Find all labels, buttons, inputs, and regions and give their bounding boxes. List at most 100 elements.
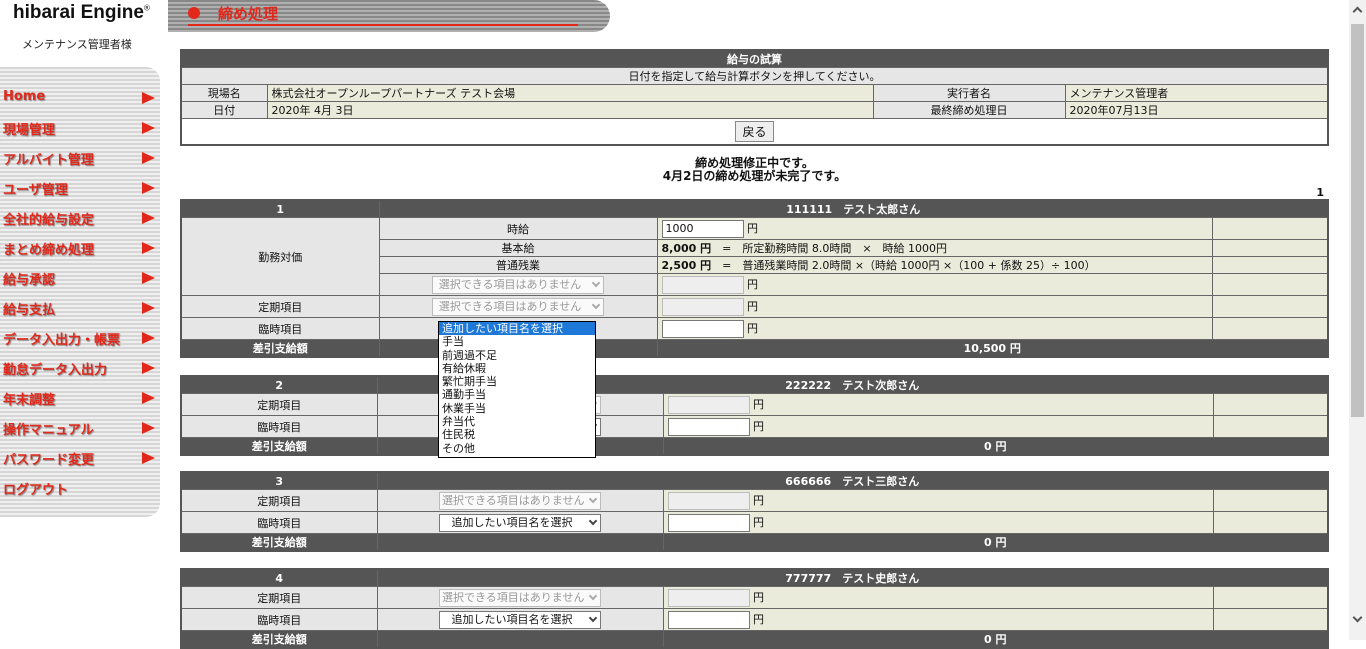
employee-no: 4 — [180, 568, 378, 587]
back-button[interactable]: 戻る — [735, 120, 774, 142]
net-pay-value: 10,500 円 — [656, 339, 1329, 358]
chevron-down-icon — [588, 591, 598, 600]
temp-item-amount-input[interactable] — [667, 417, 750, 436]
menu-item-parttimer-management[interactable]: アルバイト管理 — [0, 146, 160, 168]
overtime-label: 普通残業 — [378, 256, 658, 274]
fixed-item-amount-input[interactable] — [661, 297, 744, 316]
employee-header: 777777 テスト史郎さん — [376, 568, 1329, 587]
main-menu: Home 現場管理 アルバイト管理 ユーザ管理 全社的給与設定 まとめ締め処理 … — [0, 67, 160, 517]
base-pay-formula: = 所定勤務時間 8.0時間 × 時給 1000円 — [722, 242, 948, 255]
menu-item-manual[interactable]: 操作マニュアル — [0, 416, 160, 438]
fixed-item-select[interactable]: 選択できる項目はありません — [432, 297, 604, 316]
dropdown-option[interactable]: その他 — [439, 442, 595, 455]
menu-item-attendance-data-io[interactable]: 勤怠データ入出力 — [0, 356, 160, 378]
arrow-right-icon — [142, 422, 155, 434]
scroll-down-icon[interactable] — [1352, 612, 1363, 623]
temp-item-label: 臨時項目 — [180, 415, 378, 438]
fixed-item-label: 定期項目 — [180, 393, 378, 416]
title-underline — [188, 24, 578, 26]
fixed-item-label: 定期項目 — [180, 295, 380, 318]
page-title-bar: 締め処理 — [168, 0, 610, 32]
dropdown-option[interactable]: 手当 — [439, 335, 595, 348]
base-pay-amount: 8,000 円 — [661, 242, 712, 255]
last-close-label: 最終締め処理日 — [872, 101, 1066, 119]
menu-item-company-salary-settings[interactable]: 全社的給与設定 — [0, 206, 160, 228]
overtime-formula: = 普通残業時間 2.0時間 ×（時給 1000円 ×（100 + 係数 25）… — [722, 259, 1096, 272]
arrow-right-icon — [142, 302, 155, 314]
arrow-right-icon — [142, 452, 155, 464]
menu-item-salary-approval[interactable]: 給与承認 — [0, 266, 160, 288]
arrow-right-icon — [142, 362, 155, 374]
date-label: 日付 — [180, 101, 268, 119]
fixed-item-amount-input[interactable] — [667, 491, 750, 510]
arrow-right-icon — [142, 182, 155, 194]
chevron-down-icon — [588, 516, 598, 525]
brand-logo[interactable]: hibarai Engine® — [13, 2, 150, 24]
vertical-scrollbar[interactable] — [1349, 0, 1366, 640]
employee-section-4: 4 777777 テスト史郎さん 定期項目 選択できる項目はありません 円 臨時… — [180, 568, 1329, 649]
work-item-select[interactable]: 選択できる項目はありません — [432, 275, 604, 294]
page-number: 1 — [1316, 186, 1324, 199]
work-value-label: 勤務対価 — [180, 217, 380, 296]
dropdown-option[interactable]: 弁当代 — [439, 415, 595, 428]
scroll-up-icon[interactable] — [1352, 6, 1363, 17]
employee-section-1: 1 111111 テスト太郎さん 勤務対価 時給 1000 円 基本給 8,00… — [180, 199, 1329, 358]
dropdown-option[interactable]: 住民税 — [439, 428, 595, 441]
page-title: 締め処理 — [218, 5, 279, 23]
fixed-item-select[interactable]: 選択できる項目はありません — [439, 588, 601, 607]
fixed-item-amount-input[interactable] — [667, 395, 750, 414]
chevron-down-icon — [588, 494, 598, 503]
menu-item-batch-closing[interactable]: まとめ締め処理 — [0, 236, 160, 258]
hourly-wage-input[interactable]: 1000 — [661, 219, 744, 238]
bullet-icon — [188, 7, 200, 19]
temp-item-select[interactable]: 追加したい項目名を選択 — [439, 513, 601, 532]
scrollbar-thumb[interactable] — [1351, 24, 1364, 417]
net-pay-value: 0 円 — [662, 437, 1329, 456]
menu-item-logout[interactable]: ログアウト — [0, 476, 160, 498]
arrow-right-icon — [142, 272, 155, 284]
work-item-amount-input[interactable] — [661, 275, 744, 294]
menu-item-site-management[interactable]: 現場管理 — [0, 116, 160, 138]
arrow-right-icon — [142, 242, 155, 254]
dropdown-option[interactable]: 前週過不足 — [439, 349, 595, 362]
menu-item-salary-payment[interactable]: 給与支払 — [0, 296, 160, 318]
temp-item-dropdown-list: 追加したい項目名を選択 手当 前週過不足 有給休暇 繁忙期手当 通勤手当 休業手… — [438, 321, 596, 458]
info-title: 給与の試算 — [180, 49, 1329, 68]
site-label: 現場名 — [180, 84, 268, 102]
dropdown-option[interactable]: 繁忙期手当 — [439, 375, 595, 388]
dropdown-option[interactable]: 通勤手当 — [439, 388, 595, 401]
chevron-down-icon — [591, 278, 601, 287]
temp-item-select[interactable]: 追加したい項目名を選択 — [439, 610, 601, 629]
fixed-item-amount-input[interactable] — [667, 588, 750, 607]
menu-item-home[interactable]: Home — [0, 86, 160, 108]
employee-no: 1 — [180, 199, 380, 218]
chevron-down-icon — [588, 613, 598, 622]
net-pay-value: 0 円 — [662, 533, 1329, 552]
hourly-label: 時給 — [378, 217, 658, 240]
fixed-item-label: 定期項目 — [180, 586, 378, 609]
menu-item-change-password[interactable]: パスワード変更 — [0, 446, 160, 468]
temp-item-amount-input[interactable] — [667, 610, 750, 629]
status-message: 締め処理修正中です。 4月2日の締め処理が未完了です。 — [662, 156, 847, 183]
temp-item-label: 臨時項目 — [180, 608, 378, 631]
arrow-right-icon — [142, 212, 155, 224]
temp-item-label: 臨時項目 — [180, 511, 378, 534]
employee-header: 111111 テスト太郎さん — [378, 199, 1329, 218]
temp-item-amount-input[interactable] — [661, 319, 744, 338]
net-pay-label: 差引支給額 — [180, 533, 378, 552]
temp-item-amount-input[interactable] — [667, 513, 750, 532]
employee-no: 3 — [180, 471, 378, 490]
dropdown-option[interactable]: 追加したい項目名を選択 — [439, 322, 595, 336]
menu-item-year-end-adjustment[interactable]: 年末調整 — [0, 386, 160, 408]
net-pay-label: 差引支給額 — [180, 630, 378, 649]
date-value: 2020年 4月 3日 — [266, 101, 874, 119]
arrow-right-icon — [142, 392, 155, 404]
arrow-right-icon — [142, 332, 155, 344]
menu-item-user-management[interactable]: ユーザ管理 — [0, 176, 160, 198]
fixed-item-select[interactable]: 選択できる項目はありません — [439, 491, 601, 510]
menu-item-data-io-reports[interactable]: データ入出力・帳票 — [0, 326, 160, 348]
dropdown-option[interactable]: 有給休暇 — [439, 362, 595, 375]
admin-user-label: メンテナンス管理者様 — [22, 38, 132, 51]
dropdown-option[interactable]: 休業手当 — [439, 402, 595, 415]
fixed-item-label: 定期項目 — [180, 489, 378, 512]
